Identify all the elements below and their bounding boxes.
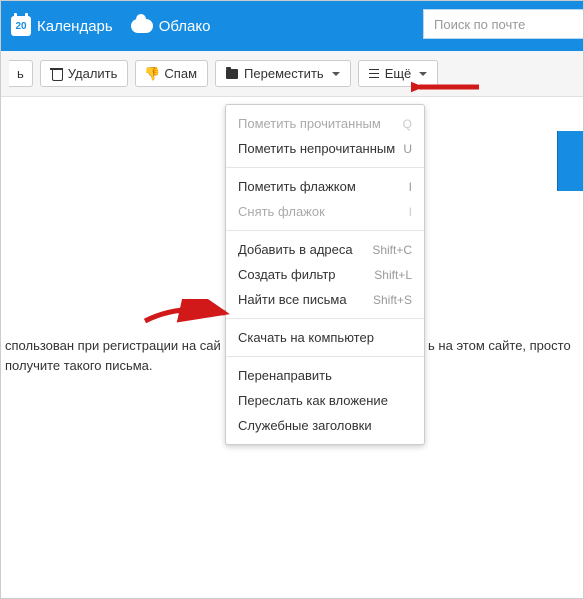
menu-redirect[interactable]: Перенаправить xyxy=(226,363,424,388)
menu-label: Найти все письма xyxy=(238,292,347,307)
menu-flag[interactable]: Пометить флажком I xyxy=(226,174,424,199)
nav-cloud[interactable]: Облако xyxy=(131,18,211,35)
menu-shortcut: I xyxy=(409,205,412,219)
calendar-icon: 20 xyxy=(11,16,31,36)
search-placeholder: Поиск по почте xyxy=(434,17,525,32)
menu-download[interactable]: Скачать на компьютер xyxy=(226,325,424,350)
menu-shortcut: Q xyxy=(403,117,412,131)
menu-label: Перенаправить xyxy=(238,368,332,383)
menu-section: Скачать на компьютер xyxy=(226,319,424,357)
trash-icon xyxy=(51,68,62,80)
menu-section: Добавить в адреса Shift+C Создать фильтр… xyxy=(226,231,424,319)
reply-fragment-label: ь xyxy=(17,66,24,81)
search-input[interactable]: Поиск по почте xyxy=(423,9,583,39)
delete-button[interactable]: Удалить xyxy=(40,60,129,87)
spam-button[interactable]: 👎 Спам xyxy=(135,60,208,87)
nav-calendar[interactable]: 20 Календарь xyxy=(11,16,113,36)
more-dropdown: Пометить прочитанным Q Пометить непрочит… xyxy=(225,104,425,445)
menu-add-address[interactable]: Добавить в адреса Shift+C xyxy=(226,237,424,262)
menu-mark-read: Пометить прочитанным Q xyxy=(226,111,424,136)
move-button[interactable]: Переместить xyxy=(215,60,351,87)
move-label: Переместить xyxy=(244,66,324,81)
menu-label: Пометить непрочитанным xyxy=(238,141,395,156)
more-label: Ещё xyxy=(385,66,412,81)
side-banner xyxy=(557,131,583,191)
nav-cloud-label: Облако xyxy=(159,18,211,35)
menu-label: Скачать на компьютер xyxy=(238,330,374,345)
menu-label: Пометить флажком xyxy=(238,179,356,194)
menu-label: Создать фильтр xyxy=(238,267,336,282)
menu-section: Пометить флажком I Снять флажок I xyxy=(226,168,424,231)
menu-headers[interactable]: Служебные заголовки xyxy=(226,413,424,438)
annotation-arrow-icon xyxy=(141,299,231,327)
hamburger-icon xyxy=(369,69,379,78)
body-text-fragment: спользован при регистрации на сай xyxy=(5,338,221,353)
delete-label: Удалить xyxy=(68,66,118,81)
menu-forward-attachment[interactable]: Переслать как вложение xyxy=(226,388,424,413)
menu-section: Пометить прочитанным Q Пометить непрочит… xyxy=(226,105,424,168)
menu-mark-unread[interactable]: Пометить непрочитанным U xyxy=(226,136,424,161)
nav-calendar-label: Календарь xyxy=(37,18,113,35)
menu-label: Пометить прочитанным xyxy=(238,116,381,131)
reply-button-fragment[interactable]: ь xyxy=(9,60,33,87)
cloud-icon xyxy=(131,19,153,33)
menu-label: Служебные заголовки xyxy=(238,418,372,433)
menu-label: Добавить в адреса xyxy=(238,242,353,257)
menu-label: Снять флажок xyxy=(238,204,325,219)
menu-find-all[interactable]: Найти все письма Shift+S xyxy=(226,287,424,312)
annotation-arrow-icon xyxy=(411,75,481,99)
menu-shortcut: U xyxy=(403,142,412,156)
menu-label: Переслать как вложение xyxy=(238,393,388,408)
menu-shortcut: I xyxy=(409,180,412,194)
body-text-fragment: получите такого письма. xyxy=(5,358,153,373)
menu-create-filter[interactable]: Создать фильтр Shift+L xyxy=(226,262,424,287)
toolbar: ь Удалить 👎 Спам Переместить Ещё xyxy=(1,51,583,97)
menu-shortcut: Shift+S xyxy=(373,293,412,307)
body-text-fragment: ь на этом сайте, просто xyxy=(428,338,571,353)
menu-section: Перенаправить Переслать как вложение Слу… xyxy=(226,357,424,444)
menu-shortcut: Shift+L xyxy=(374,268,412,282)
thumbs-down-icon: 👎 xyxy=(146,68,158,80)
folder-icon xyxy=(226,69,238,79)
top-bar: 20 Календарь Облако Поиск по почте xyxy=(1,1,583,51)
spam-label: Спам xyxy=(164,66,197,81)
menu-unflag: Снять флажок I xyxy=(226,199,424,224)
caret-down-icon xyxy=(332,72,340,76)
menu-shortcut: Shift+C xyxy=(372,243,412,257)
